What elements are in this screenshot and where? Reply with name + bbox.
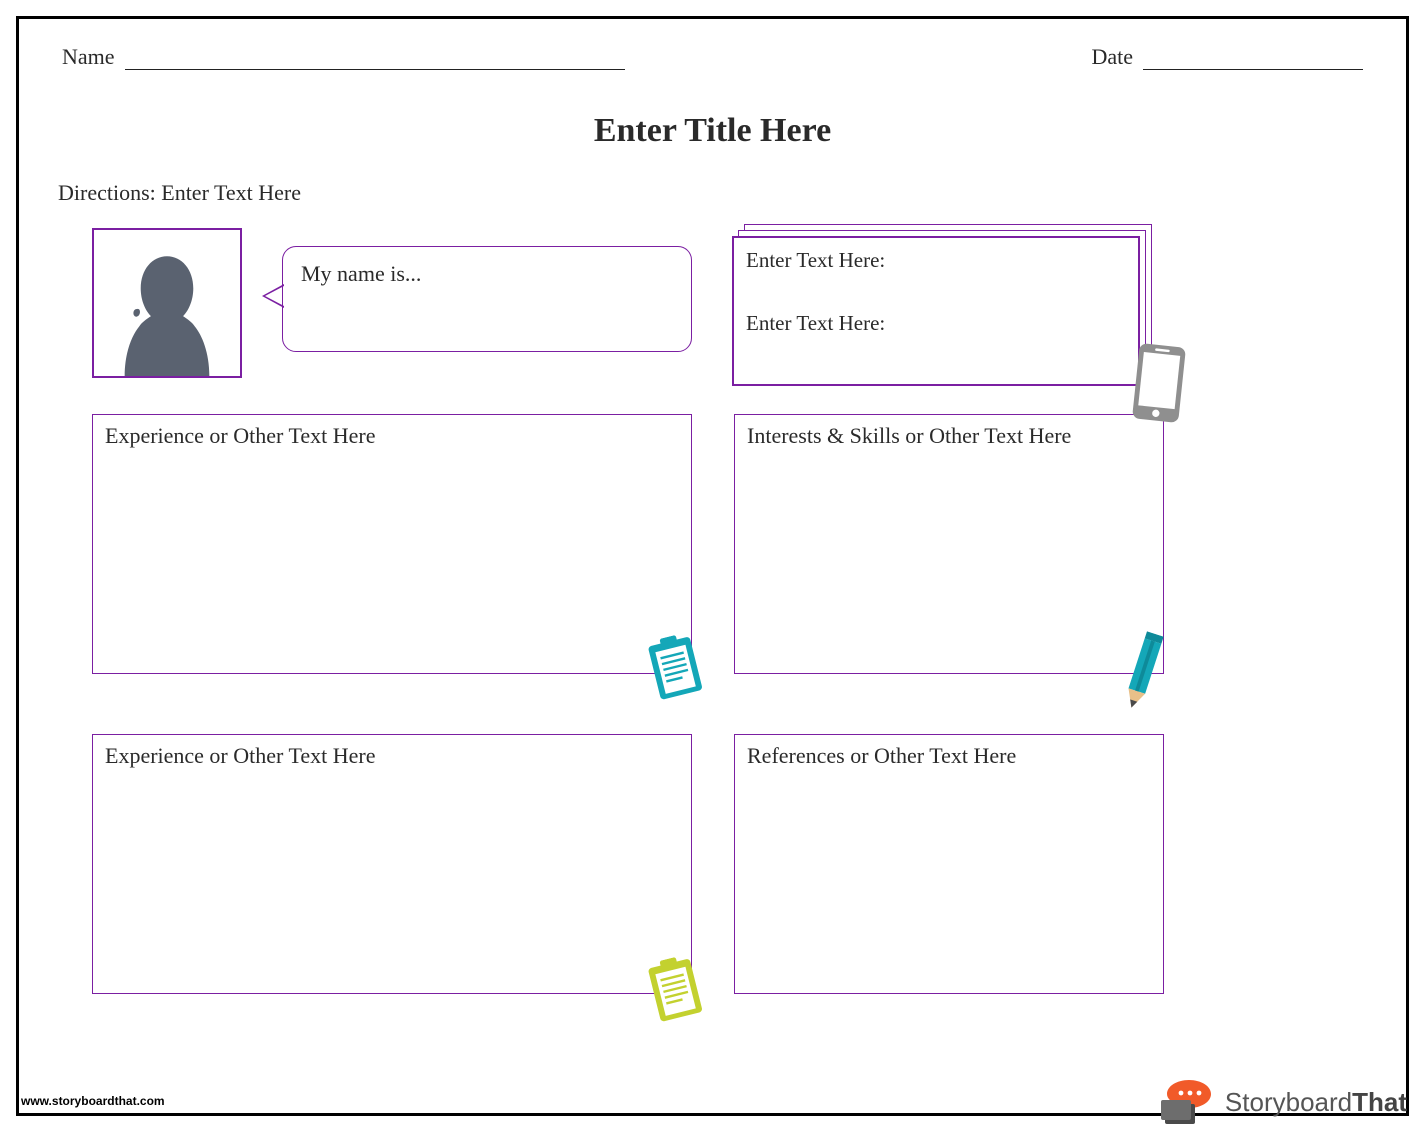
date-label: Date [1091,44,1133,70]
references-box[interactable]: References or Other Text Here [734,734,1164,994]
storyboard-that-icon [1161,1078,1219,1126]
brand-text-bold: That [1352,1087,1407,1117]
brand-text: StoryboardThat [1225,1087,1407,1118]
page: Name Date Enter Title Here Directions: E… [0,0,1425,1132]
name-field[interactable]: Name [62,44,625,70]
experience-box-1[interactable]: Experience or Other Text Here [92,414,692,674]
name-blank-line[interactable] [125,50,625,70]
brand-logo: StoryboardThat [1161,1078,1407,1126]
contact-box-stack[interactable]: Enter Text Here: Enter Text Here: [732,224,1152,384]
clipboard-icon [643,953,707,1025]
experience-2-label: Experience or Other Text Here [105,743,375,768]
worksheet-frame: Name Date Enter Title Here Directions: E… [16,16,1409,1116]
experience-box-2[interactable]: Experience or Other Text Here [92,734,692,994]
avatar-box[interactable] [92,228,242,378]
contact-line-1[interactable]: Enter Text Here: [746,248,1126,273]
speech-bubble[interactable]: My name is... [282,246,692,352]
brand-text-thin: Storyboard [1225,1087,1352,1117]
directions-text[interactable]: Directions: Enter Text Here [58,180,1371,206]
page-title[interactable]: Enter Title Here [54,112,1371,150]
avatar-silhouette-icon [94,230,240,376]
interests-box[interactable]: Interests & Skills or Other Text Here [734,414,1164,674]
speech-text: My name is... [301,261,421,286]
name-label: Name [62,44,115,70]
date-field[interactable]: Date [1091,44,1363,70]
header-row: Name Date [54,44,1371,70]
clipboard-icon [643,631,707,703]
interests-label: Interests & Skills or Other Text Here [747,423,1071,448]
contact-box-front[interactable]: Enter Text Here: Enter Text Here: [732,236,1140,386]
date-blank-line[interactable] [1143,50,1363,70]
phone-icon [1130,342,1188,425]
footer-url: www.storyboardthat.com [21,1094,165,1108]
contact-line-2[interactable]: Enter Text Here: [746,311,1126,336]
experience-1-label: Experience or Other Text Here [105,423,375,448]
content-grid: My name is... Enter Text Here: Enter Tex… [54,224,1371,1044]
references-label: References or Other Text Here [747,743,1016,768]
